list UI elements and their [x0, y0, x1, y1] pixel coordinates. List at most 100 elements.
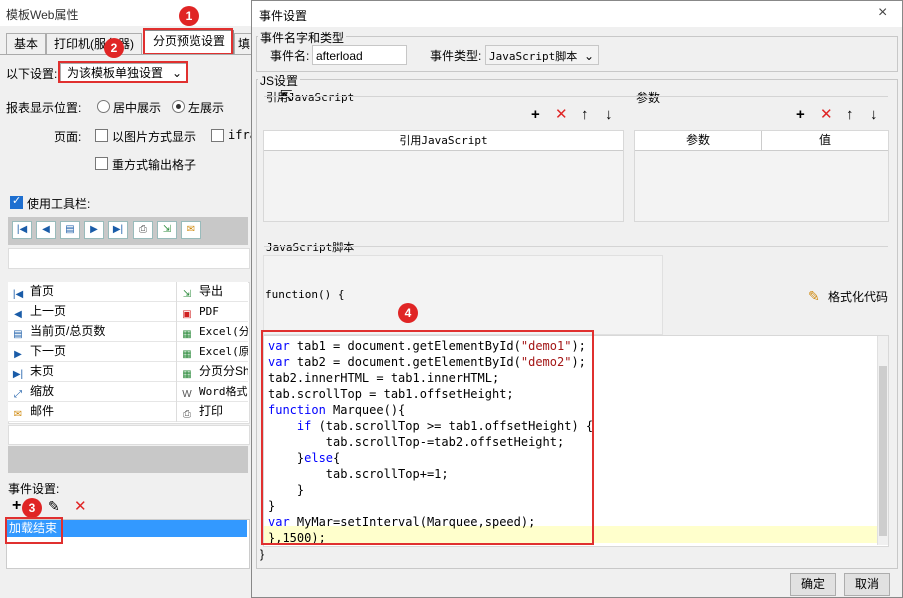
toolbar-preview-blank	[8, 248, 250, 269]
excel-sheet-icon: ▦	[182, 369, 192, 380]
first-page-icon: |◀	[12, 289, 24, 300]
name-type-group-label: 事件名字和类型	[258, 29, 347, 46]
left-window-titlebar: 模板Web属性	[0, 0, 253, 26]
zoom-icon: ⤢	[14, 389, 22, 400]
function-closing-brace: }	[260, 547, 265, 561]
add-param-icon[interactable]: +	[796, 107, 805, 123]
script-divider	[264, 246, 888, 247]
value-column-header: 值	[762, 131, 888, 151]
chevron-down-icon: ⌄	[583, 49, 594, 63]
list-item[interactable]: ▣ PDF	[177, 302, 248, 322]
radio-left-label: 左展示	[188, 101, 225, 115]
event-name-input[interactable]: afterload	[312, 45, 407, 65]
list-item[interactable]: ⤢ 缩放	[8, 382, 176, 402]
checkbox-use-toolbar[interactable]	[10, 194, 23, 209]
dialog-titlebar: 事件设置 ×	[252, 1, 902, 27]
last-page-icon: ▶|	[12, 369, 24, 380]
first-page-icon[interactable]: |◀	[12, 221, 32, 239]
mail-icon[interactable]: ✉	[181, 221, 201, 239]
next-page-icon[interactable]: ▶	[84, 221, 104, 239]
checkbox-iframe[interactable]	[211, 129, 224, 142]
left-window-title: 模板Web属性	[6, 8, 79, 22]
word-icon: W	[182, 389, 192, 400]
list-item[interactable]: ⇲ 导出	[177, 282, 248, 302]
annotation-box-code	[261, 330, 594, 545]
print-icon[interactable]: ⎙	[133, 221, 153, 239]
list-item[interactable]: ▶ 下一页	[8, 342, 176, 362]
tab-printer-server[interactable]: 打印机(服务器)	[46, 33, 142, 54]
script-section-label: JavaScript脚本	[266, 241, 355, 254]
page-count-icon[interactable]: ▤	[60, 221, 80, 239]
format-code-button[interactable]: 格式化代码	[828, 288, 888, 305]
list-item[interactable]: W Word格式	[177, 382, 248, 402]
format-brush-icon[interactable]: ✎	[808, 288, 820, 305]
web-properties-window: 模板Web属性 基本 打印机(服务器) 分页预览设置 填 1 以下设置: 为该模…	[0, 0, 257, 598]
js-settings-group-label: JS设置	[258, 72, 301, 89]
radio-center[interactable]	[97, 100, 110, 113]
redirect-output-label: 重方式输出格子	[112, 158, 197, 172]
list-item[interactable]: ✉ 邮件	[8, 402, 176, 422]
edit-event-icon[interactable]: ✎	[48, 498, 60, 515]
display-position-label: 报表显示位置:	[6, 101, 82, 115]
add-event-icon[interactable]: +	[12, 497, 21, 515]
delete-param-icon[interactable]: ✕	[820, 107, 833, 123]
tab-basic[interactable]: 基本	[6, 33, 46, 54]
code-scrollbar[interactable]	[877, 336, 888, 545]
function-header-text: function() {	[265, 288, 345, 301]
dialog-title: 事件设置	[259, 9, 308, 23]
list-item[interactable]: ▦ Excel(分	[177, 322, 248, 342]
delete-js-icon[interactable]: ✕	[555, 107, 568, 123]
event-name-label: 事件名:	[270, 49, 310, 63]
params-table: 参数 值	[634, 130, 889, 222]
last-page-icon[interactable]: ▶|	[108, 221, 128, 239]
move-up-icon[interactable]: ↑	[581, 107, 589, 123]
prev-page-icon: ◀	[14, 309, 22, 320]
export-icon[interactable]: ⇲	[157, 221, 177, 239]
param-move-up-icon[interactable]: ↑	[846, 107, 854, 123]
prev-page-icon[interactable]: ◀	[36, 221, 56, 239]
list-item[interactable]: ▶| 末页	[8, 362, 176, 382]
annotation-badge-4: 4	[398, 303, 418, 323]
annotation-badge-2: 2	[104, 38, 124, 58]
annotation-box-setting	[58, 61, 188, 83]
cancel-button[interactable]: 取消	[844, 573, 890, 596]
pdf-icon: ▣	[182, 309, 192, 320]
checkbox-image-mode[interactable]	[95, 129, 108, 142]
mail-icon: ✉	[13, 409, 23, 420]
excel-icon: ▦	[182, 329, 192, 340]
export-icon: ⇲	[182, 289, 192, 300]
annotation-badge-3: 3	[22, 498, 42, 518]
page-count-icon: ▤	[13, 329, 23, 340]
list-item[interactable]: ▦ 分页分Sh	[177, 362, 248, 382]
code-scrollbar-thumb[interactable]	[879, 366, 887, 536]
delete-event-icon[interactable]: ✕	[74, 497, 87, 515]
ref-js-column-header: 引用JavaScript	[264, 131, 623, 151]
param-column-header: 参数	[635, 131, 762, 151]
function-header-box: function() {	[263, 255, 663, 335]
next-page-icon: ▶	[14, 349, 22, 360]
list-item[interactable]: ▦ Excel(原	[177, 342, 248, 362]
event-type-label: 事件类型:	[430, 49, 482, 63]
ok-button[interactable]: 确定	[790, 573, 836, 596]
list-item[interactable]: ▤ 当前页/总页数	[8, 322, 176, 342]
image-mode-label: 以图片方式显示	[112, 130, 197, 144]
param-move-down-icon[interactable]: ↓	[870, 107, 878, 123]
section-divider	[264, 96, 888, 97]
use-toolbar-label: 使用工具栏:	[27, 197, 91, 211]
page-label: 页面:	[54, 130, 82, 144]
checkbox-redirect-output[interactable]	[95, 157, 108, 170]
close-icon[interactable]: ×	[878, 4, 887, 22]
ref-js-table: 引用JavaScript	[263, 130, 624, 222]
grid-blank-row	[8, 425, 250, 445]
event-settings-label: 事件设置:	[8, 482, 60, 496]
event-type-select[interactable]: JavaScript脚本 ⌄	[485, 45, 599, 65]
excel-icon: ▦	[182, 349, 192, 360]
add-js-icon[interactable]: +	[531, 107, 540, 123]
params-section-label: 参数	[636, 91, 661, 105]
annotation-box-tab	[143, 28, 233, 55]
radio-left[interactable]	[172, 100, 185, 113]
list-item[interactable]: |◀ 首页	[8, 282, 176, 302]
move-down-icon[interactable]: ↓	[605, 107, 613, 123]
list-item[interactable]: ⎙ 打印	[177, 402, 248, 422]
list-item[interactable]: ◀ 上一页	[8, 302, 176, 322]
